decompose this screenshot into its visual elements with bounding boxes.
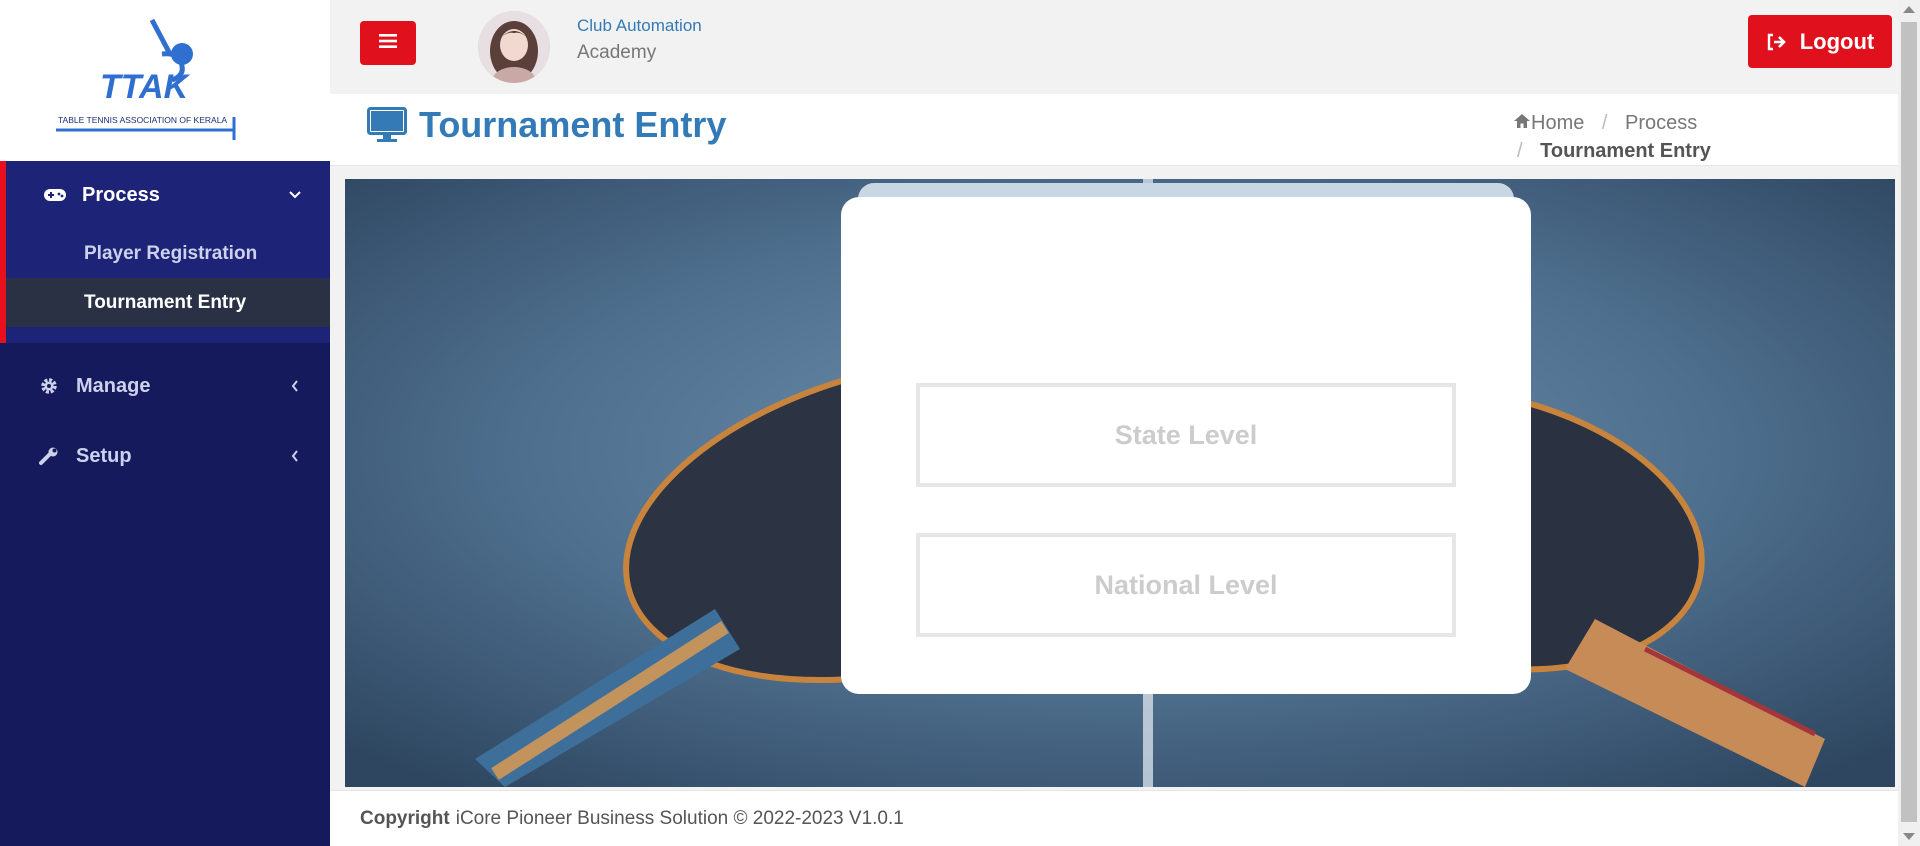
copyright-text: iCore Pioneer Business Solution © 2022-2… [455,807,904,829]
sign-out-icon [1766,33,1786,51]
breadcrumb-process[interactable]: Process [1625,112,1697,134]
user-organization[interactable]: Club Automation [577,16,702,36]
top-bar: Club Automation Academy Logout [330,0,1898,94]
ttak-logo: TTAK TABLE TENNIS ASSOCIATION OF KERALA [56,18,236,140]
logo-text: TTAK [100,68,191,106]
home-icon [1513,109,1531,137]
monitor-icon [367,107,407,143]
main-content: State Level National Level [345,179,1895,787]
sidebar-item-process-label: Process [82,183,160,206]
national-level-button[interactable]: National Level [916,533,1456,637]
breadcrumb-home[interactable]: Home [1513,109,1584,137]
logout-button[interactable]: Logout [1748,15,1892,68]
scroll-up-arrow-icon[interactable] [1903,6,1915,13]
breadcrumb-separator: / [1517,140,1523,162]
page-title-text: Tournament Entry [419,104,727,145]
chevron-left-icon [288,379,302,393]
logo-caption: TABLE TENNIS ASSOCIATION OF KERALA [58,115,227,125]
state-level-button[interactable]: State Level [916,383,1456,487]
scrollbar-thumb[interactable] [1901,22,1917,822]
breadcrumb: Home / Process / Tournament Entry [1513,109,1763,165]
menu-toggle-button[interactable] [360,21,416,65]
page-header: Tournament Entry Home / Process / Tourna… [330,94,1898,166]
sidebar-item-setup-label: Setup [76,444,132,467]
sidebar-group-setup: Setup [0,421,330,491]
hamburger-icon [379,33,397,53]
breadcrumb-separator: / [1601,112,1608,134]
sidebar-item-setup[interactable]: Setup [0,421,330,491]
page-title: Tournament Entry [367,104,726,146]
chevron-left-icon [288,449,302,463]
sidebar-nav: Process Player Registration Tournament E… [0,161,330,491]
sidebar: TTAK TABLE TENNIS ASSOCIATION OF KERALA … [0,0,330,846]
sidebar-item-tournament-entry[interactable]: Tournament Entry [6,278,330,327]
sidebar-group-manage: Manage [0,351,330,421]
user-role: Academy [577,42,657,63]
scroll-down-arrow-icon[interactable] [1903,833,1915,840]
wrench-icon [36,445,62,467]
chevron-down-icon [288,188,302,202]
vertical-scrollbar[interactable] [1898,0,1920,846]
footer: Copyright iCore Pioneer Business Solutio… [330,790,1898,846]
gamepad-icon [42,184,68,206]
logo-area: TTAK TABLE TENNIS ASSOCIATION OF KERALA [0,0,330,161]
sidebar-item-manage-label: Manage [76,374,151,397]
breadcrumb-current: Tournament Entry [1540,140,1711,162]
sidebar-group-process: Process Player Registration Tournament E… [0,161,330,343]
sidebar-item-process[interactable]: Process [6,161,330,229]
level-selection-card: State Level National Level [841,197,1531,694]
sidebar-item-manage[interactable]: Manage [0,351,330,421]
logout-label: Logout [1799,28,1875,54]
sidebar-item-player-registration[interactable]: Player Registration [6,229,330,278]
copyright-label: Copyright [360,807,450,829]
gear-icon [36,375,62,397]
avatar[interactable] [478,11,550,83]
breadcrumb-home-label: Home [1531,112,1585,134]
